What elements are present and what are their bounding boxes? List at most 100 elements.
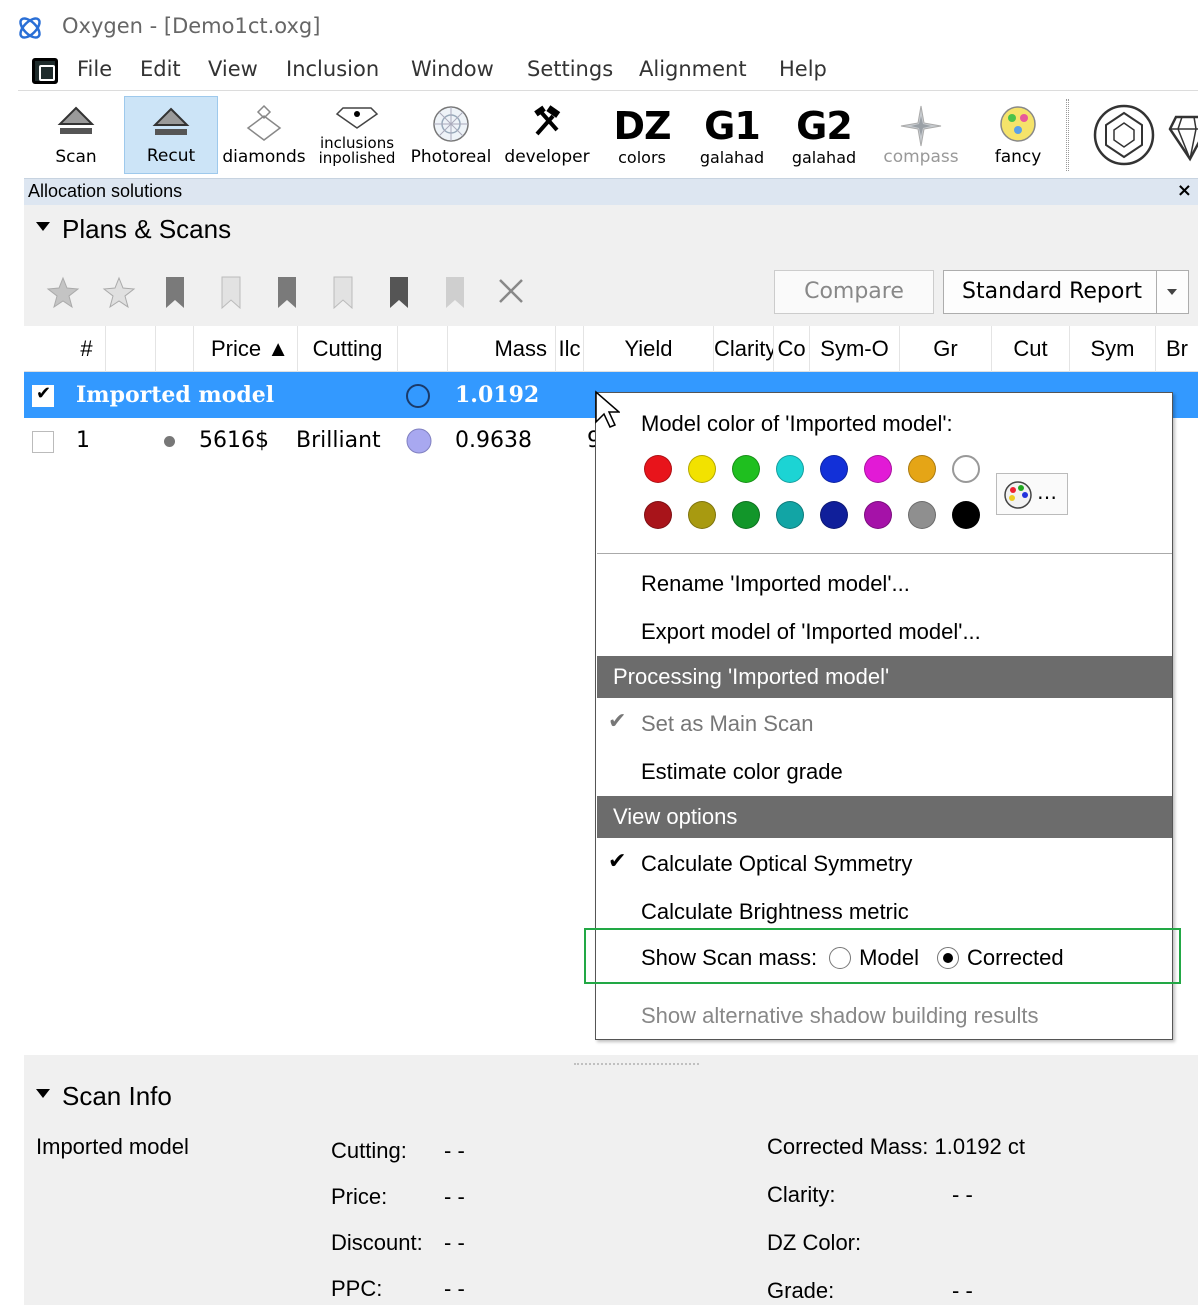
color-swatch[interactable] xyxy=(688,501,716,529)
col-brightness[interactable]: Br xyxy=(1156,326,1198,372)
scan-model-name: Imported model xyxy=(36,1134,189,1159)
col-grade[interactable]: Gr xyxy=(900,326,992,372)
row-checkbox[interactable] xyxy=(32,431,54,453)
fancy-button[interactable]: fancy xyxy=(976,96,1060,174)
row-status-dot-icon xyxy=(164,436,175,447)
close-x-icon[interactable] xyxy=(494,272,528,312)
diamond-side-icon[interactable] xyxy=(1166,109,1198,165)
color-swatch[interactable] xyxy=(688,455,716,483)
color-swatch[interactable] xyxy=(644,501,672,529)
developer-button[interactable]: developer xyxy=(502,96,592,174)
row-checkbox[interactable] xyxy=(32,383,54,407)
bookmark-dark-icon[interactable] xyxy=(382,272,416,312)
system-menu-icon[interactable] xyxy=(32,58,58,84)
color-swatch[interactable] xyxy=(732,455,760,483)
plans-section-header[interactable]: Plans & Scans xyxy=(24,205,1198,255)
menu-alignment[interactable]: Alignment xyxy=(639,57,747,81)
report-dropdown-icon[interactable] xyxy=(1156,271,1188,313)
menu-file[interactable]: File xyxy=(77,57,112,81)
round-brilliant-top-icon[interactable] xyxy=(1092,103,1156,167)
color-swatch[interactable] xyxy=(776,455,804,483)
calculate-optical-symmetry-menu-item[interactable]: Calculate Optical Symmetry xyxy=(641,851,912,877)
col-color[interactable]: Co xyxy=(774,326,810,372)
inclusions-inpolished-button[interactable]: inclusions inpolished xyxy=(314,96,400,174)
color-swatch[interactable] xyxy=(732,501,760,529)
col-ilc[interactable]: Ilc xyxy=(556,326,584,372)
color-swatch[interactable] xyxy=(864,455,892,483)
row-price: 5616$ xyxy=(199,428,269,453)
color-swatch[interactable] xyxy=(952,501,980,529)
star-outline-icon[interactable] xyxy=(102,272,136,312)
col-price[interactable]: Price ▲ xyxy=(194,326,298,372)
g2-galahad-button[interactable]: G2 galahad xyxy=(782,96,866,174)
bookmark-light-icon[interactable] xyxy=(214,272,248,312)
cutting-label: Cutting: xyxy=(331,1138,407,1163)
color-swatch[interactable] xyxy=(644,455,672,483)
calculate-brightness-menu-item[interactable]: Calculate Brightness metric xyxy=(641,899,909,925)
menu-edit[interactable]: Edit xyxy=(140,57,181,81)
diamonds-button[interactable]: diamonds xyxy=(222,96,306,174)
show-alternative-shadow-menu-item[interactable]: Show alternative shadow building results xyxy=(641,1003,1038,1029)
col-blank-1[interactable] xyxy=(106,326,156,372)
col-cut[interactable]: Cut xyxy=(992,326,1070,372)
model-color-swatch-icon[interactable] xyxy=(404,382,432,410)
cutting-value: - - xyxy=(444,1138,465,1163)
dz-color-label: DZ Color: xyxy=(767,1230,862,1255)
color-swatch[interactable] xyxy=(820,455,848,483)
ppc-value: - - xyxy=(444,1276,465,1301)
col-cutting[interactable]: Cutting xyxy=(298,326,398,372)
scan-info-section-header[interactable]: Scan Info xyxy=(24,1072,1198,1122)
col-sym-o[interactable]: Sym-O xyxy=(810,326,900,372)
allocation-solutions-header: Allocation solutions × xyxy=(24,178,1198,205)
menu-help[interactable]: Help xyxy=(779,57,827,81)
scan-button[interactable]: Scan xyxy=(38,96,114,174)
menu-view[interactable]: View xyxy=(208,57,258,81)
oxygen-app-icon xyxy=(19,17,41,39)
g1-galahad-button[interactable]: G1 galahad xyxy=(690,96,774,174)
custom-color-button[interactable]: … xyxy=(996,473,1068,515)
star-filled-icon[interactable] xyxy=(46,272,80,312)
menu-window[interactable]: Window xyxy=(411,57,494,81)
splitter-handle[interactable] xyxy=(24,1055,1198,1072)
panel-close-icon[interactable]: × xyxy=(1177,180,1192,201)
col-number[interactable]: # xyxy=(68,326,106,372)
col-sym[interactable]: Sym xyxy=(1070,326,1156,372)
col-color-swatch[interactable] xyxy=(398,326,448,372)
color-swatch[interactable] xyxy=(776,501,804,529)
diamond-outline-icon xyxy=(246,104,282,141)
bookmark-light-icon[interactable] xyxy=(438,272,472,312)
mouse-cursor-icon xyxy=(595,390,620,428)
recut-button[interactable]: Recut xyxy=(124,96,218,174)
palette-icon xyxy=(1004,481,1032,509)
col-yield[interactable]: Yield xyxy=(584,326,714,372)
discount-value: - - xyxy=(444,1230,465,1255)
col-blank-2[interactable] xyxy=(156,326,194,372)
rename-menu-item[interactable]: Rename 'Imported model'... xyxy=(641,571,910,597)
toolbar-grip[interactable] xyxy=(1066,99,1069,171)
bookmark-dark-icon[interactable] xyxy=(158,272,192,312)
color-swatch[interactable] xyxy=(952,455,980,483)
color-swatch[interactable] xyxy=(820,501,848,529)
export-model-menu-item[interactable]: Export model of 'Imported model'... xyxy=(641,619,981,645)
estimate-color-grade-menu-item[interactable]: Estimate color grade xyxy=(641,759,843,785)
bookmark-dark-icon[interactable] xyxy=(270,272,304,312)
model-color-swatch-icon[interactable] xyxy=(405,427,433,455)
table-header: # Price ▲ Cutting Mass Ilc Yield Clarity… xyxy=(24,326,1198,372)
menu-inclusion[interactable]: Inclusion xyxy=(286,57,379,81)
price-value: - - xyxy=(444,1184,465,1209)
photoreal-button[interactable]: Photoreal xyxy=(406,96,496,174)
col-clarity[interactable]: Clarity xyxy=(714,326,774,372)
dz-colors-button[interactable]: DZ colors xyxy=(598,96,686,174)
compare-button[interactable]: Compare xyxy=(774,270,934,314)
standard-report-button[interactable]: Standard Report xyxy=(943,270,1189,314)
color-swatch[interactable] xyxy=(908,501,936,529)
color-swatch[interactable] xyxy=(908,455,936,483)
color-swatch[interactable] xyxy=(864,501,892,529)
bookmark-light-icon[interactable] xyxy=(326,272,360,312)
compass-button[interactable]: compass xyxy=(876,96,966,174)
menu-settings[interactable]: Settings xyxy=(527,57,613,81)
photoreal-diamond-icon xyxy=(433,106,469,142)
collapse-arrow-icon xyxy=(36,1089,50,1098)
col-mass[interactable]: Mass xyxy=(448,326,556,372)
set-main-scan-menu-item[interactable]: Set as Main Scan xyxy=(641,711,813,737)
